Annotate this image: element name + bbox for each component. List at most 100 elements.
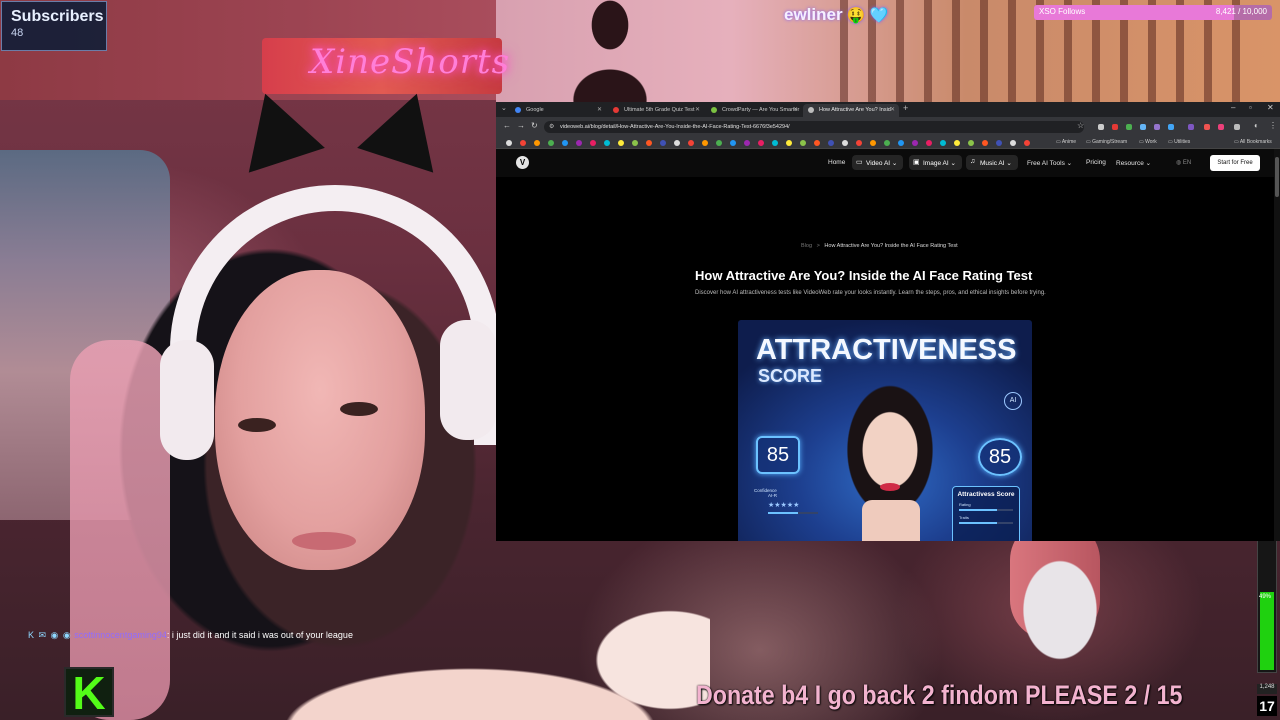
bookmark-favicon-icon[interactable] [772, 140, 778, 146]
extension-icon[interactable] [1188, 124, 1194, 130]
bookmark-favicon-icon[interactable] [618, 140, 624, 146]
bookmark-favicon-icon[interactable] [996, 140, 1002, 146]
close-window-icon[interactable]: ✕ [1267, 103, 1274, 112]
tab-google[interactable]: Google ✕ [510, 104, 606, 117]
bookmark-favicon-icon[interactable] [632, 140, 638, 146]
target-silhouette [565, 0, 655, 102]
nav-resource[interactable]: Resource ⌄ [1116, 159, 1151, 167]
bookmark-favicon-icon[interactable] [954, 140, 960, 146]
extension-icon[interactable] [1234, 124, 1240, 130]
tab-bar: ⌄ Google ✕ Ultimate 5th Grade Quiz Test … [496, 102, 1280, 117]
menu-kebab-icon[interactable]: ⋮ [1269, 121, 1277, 130]
bookmark-favicon-icon[interactable] [898, 140, 904, 146]
site-info-icon[interactable]: ⚙ [549, 123, 554, 130]
url-field[interactable]: ⚙ videoweb.ai/blog/detail/How-Attractive… [544, 121, 1084, 133]
headphone-cup-right [440, 320, 496, 440]
page-scrollbar[interactable] [1274, 149, 1280, 541]
language-selector[interactable]: ◍ EN [1176, 159, 1191, 166]
back-icon[interactable]: ← [503, 121, 511, 130]
videoweb-logo-icon[interactable]: V [516, 156, 529, 169]
bookmark-favicon-icon[interactable] [786, 140, 792, 146]
scrollbar-thumb[interactable] [1275, 157, 1279, 197]
minimize-icon[interactable]: – [1231, 103, 1235, 112]
extension-icon[interactable] [1204, 124, 1210, 130]
forward-icon[interactable]: → [517, 121, 525, 130]
image-icon: ▣ [913, 159, 920, 166]
bookmark-favicon-icon[interactable] [534, 140, 540, 146]
bookmark-folder-anime[interactable]: ▭ Anime [1056, 139, 1076, 145]
bookmark-favicon-icon[interactable] [814, 140, 820, 146]
bookmark-favicon-icon[interactable] [702, 140, 708, 146]
tab-close-icon[interactable]: ✕ [597, 106, 602, 113]
bookmark-favicon-icon[interactable] [968, 140, 974, 146]
extension-icon[interactable] [1112, 124, 1118, 130]
nav-home[interactable]: Home [828, 159, 845, 166]
bookmark-favicon-icon[interactable] [1024, 140, 1030, 146]
extension-icon[interactable] [1154, 124, 1160, 130]
tab-quiz[interactable]: Ultimate 5th Grade Quiz Test ✕ [608, 104, 704, 117]
bookmark-favicon-icon[interactable] [660, 140, 666, 146]
tab-close-icon[interactable]: ✕ [793, 106, 798, 113]
subscribers-widget: Subscribers 48 [1, 1, 107, 51]
bookmark-favicon-icon[interactable] [940, 140, 946, 146]
nav-music-ai[interactable]: ♫ Music AI ⌄ [966, 155, 1018, 170]
bookmark-favicon-icon[interactable] [744, 140, 750, 146]
bookmark-folder-gaming[interactable]: ▭ Gaming/Stream [1086, 139, 1127, 145]
nav-free-ai-tools[interactable]: Free AI Tools ⌄ [1027, 159, 1072, 167]
bookmark-favicon-icon[interactable] [828, 140, 834, 146]
start-for-free-button[interactable]: Start for Free [1210, 155, 1260, 171]
bookmark-favicon-icon[interactable] [912, 140, 918, 146]
goal-meter-fill [1260, 591, 1274, 670]
bookmark-favicon-icon[interactable] [520, 140, 526, 146]
extension-icon[interactable] [1168, 124, 1174, 130]
bookmark-star-icon[interactable]: ☆ [1077, 121, 1084, 130]
tab-close-icon[interactable]: ✕ [695, 106, 700, 113]
bookmark-favicon-icon[interactable] [758, 140, 764, 146]
tab-attractive[interactable]: How Attractive Are You? Insid ✕ [803, 104, 899, 117]
bookmark-favicon-icon[interactable] [674, 140, 680, 146]
extension-icon[interactable] [1218, 124, 1224, 130]
extension-icon[interactable] [1098, 124, 1104, 130]
hero-image: ATTRACTIVENESS SCORE 85 85 AI Confidence… [738, 320, 1032, 541]
bookmark-favicon-icon[interactable] [506, 140, 512, 146]
bookmark-favicon-icon[interactable] [842, 140, 848, 146]
reload-icon[interactable]: ↻ [531, 121, 538, 130]
bookmark-folder-work[interactable]: ▭ Work [1139, 139, 1157, 145]
bookmark-favicon-icon[interactable] [730, 140, 736, 146]
bookmark-favicon-icon[interactable] [646, 140, 652, 146]
bookmark-favicon-icon[interactable] [800, 140, 806, 146]
bookmark-folder-utilities[interactable]: ▭ Utilities [1168, 139, 1190, 145]
ticker-text: ewliner [784, 5, 843, 24]
bookmark-favicon-icon[interactable] [716, 140, 722, 146]
bookmark-favicon-icon[interactable] [884, 140, 890, 146]
nav-image-ai-label: Image AI [923, 160, 949, 167]
neon-sign-text: XineShorts [310, 42, 511, 82]
bookmark-favicon-icon[interactable] [562, 140, 568, 146]
bookmark-favicon-icon[interactable] [1010, 140, 1016, 146]
tab-crowdparty[interactable]: CrowdParty — Are You Smarter ✕ [706, 104, 802, 117]
bookmark-favicon-icon[interactable] [604, 140, 610, 146]
extension-icon[interactable] [1140, 124, 1146, 130]
profile-icon[interactable]: ◐ [1254, 121, 1259, 130]
bookmark-folder-all[interactable]: ▭ All Bookmarks [1234, 139, 1272, 145]
tab-close-icon[interactable]: ✕ [890, 106, 895, 113]
bookmark-favicon-icon[interactable] [856, 140, 862, 146]
follow-goal-bar: XSO Follows 8,421 / 10,000 [1034, 5, 1272, 20]
bookmark-favicon-icon[interactable] [870, 140, 876, 146]
bookmark-favicon-icon[interactable] [576, 140, 582, 146]
breadcrumb-root[interactable]: Blog [801, 243, 812, 249]
tab-search-icon[interactable]: ⌄ [501, 104, 507, 112]
bookmark-favicon-icon[interactable] [548, 140, 554, 146]
nav-video-ai[interactable]: ▭ Video AI ⌄ [852, 155, 904, 170]
bookmark-favicon-icon[interactable] [926, 140, 932, 146]
maximize-icon[interactable]: ▫ [1249, 103, 1252, 112]
extension-icon[interactable] [1126, 124, 1132, 130]
nav-image-ai[interactable]: ▣ Image AI ⌄ [909, 155, 962, 170]
bookmark-favicon-icon[interactable] [590, 140, 596, 146]
bookmark-favicon-icon[interactable] [688, 140, 694, 146]
new-tab-button[interactable]: + [903, 103, 908, 113]
ticker-emoji: 🤑 🩵 [846, 7, 889, 24]
bookmark-favicon-icon[interactable] [982, 140, 988, 146]
nav-pricing[interactable]: Pricing [1086, 159, 1106, 166]
ai-badge: AI [1004, 392, 1022, 410]
